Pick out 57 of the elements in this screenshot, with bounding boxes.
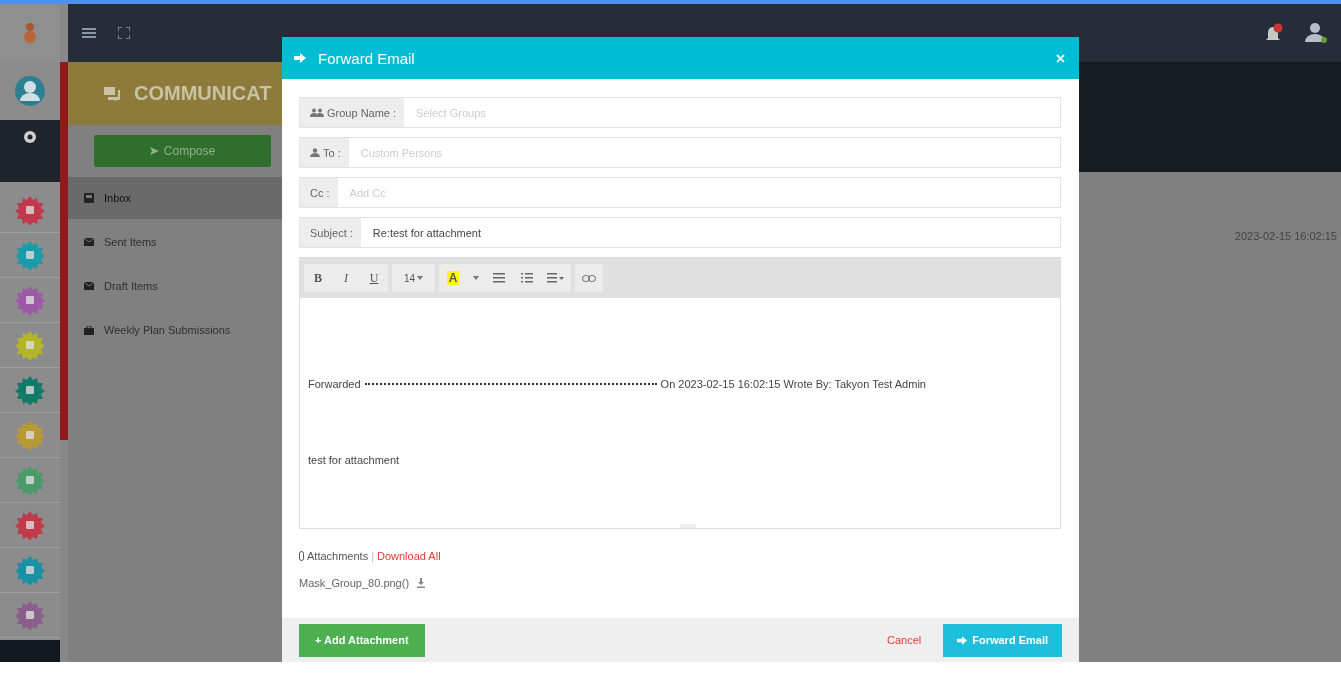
bell-icon[interactable] [1265, 23, 1283, 43]
paperclip-icon [299, 551, 304, 561]
app-icon[interactable] [15, 195, 45, 225]
envelope-icon [84, 238, 94, 246]
envelope-icon [84, 282, 94, 290]
font-size-dropdown[interactable]: 14 [392, 264, 436, 292]
compose-button[interactable]: Compose [94, 135, 271, 167]
app-icon[interactable] [15, 555, 45, 585]
caret-icon [417, 276, 424, 280]
folder-item[interactable]: Draft Items [68, 265, 285, 307]
chat-icon [104, 86, 120, 101]
app-icon[interactable] [15, 285, 45, 315]
dialog-title: Forward Email [318, 49, 415, 67]
numbered-list-icon [521, 273, 534, 283]
underline-button[interactable]: U [360, 264, 388, 292]
align-icon [547, 273, 566, 283]
italic-button[interactable]: I [332, 264, 360, 292]
add-attachment-button[interactable]: + Add Attachment [299, 623, 425, 657]
bold-button[interactable]: B [304, 264, 332, 292]
folder-item[interactable]: Weekly Plan Submissions [68, 309, 285, 351]
app-icon[interactable] [15, 240, 45, 270]
download-all-link[interactable]: Download All [377, 550, 441, 562]
module-title: COMMUNICAT [134, 82, 272, 105]
app-icon[interactable] [15, 330, 45, 360]
file-name: Mask_Group_80.png() [299, 577, 410, 589]
send-icon [149, 147, 159, 155]
message-text: test for attachment [308, 454, 401, 466]
arrow-icon [957, 635, 968, 645]
app-icon[interactable] [15, 420, 45, 450]
menu-icon[interactable] [82, 28, 96, 38]
bullet-list-icon [493, 273, 506, 283]
settings-icon[interactable] [23, 130, 37, 144]
app-icon[interactable] [15, 375, 45, 405]
download-icon[interactable] [417, 578, 426, 588]
forward-email-button[interactable]: Forward Email [943, 623, 1062, 657]
folder-item[interactable]: Inbox [68, 177, 285, 219]
app-icon[interactable] [15, 465, 45, 495]
app-icon[interactable] [15, 510, 45, 540]
editor-body[interactable]: Forwarded On 2023-02-15 16:02:15 Wrote By: Takyon Test Admin test for attachment [300, 298, 1060, 528]
inbox-icon [84, 193, 94, 203]
avatar-icon[interactable] [15, 76, 45, 106]
arrow-icon [294, 53, 306, 63]
separator: | [371, 550, 374, 562]
logo-icon [24, 21, 36, 45]
rail-footer [0, 640, 60, 662]
link-icon [582, 274, 597, 282]
caret-icon [473, 276, 480, 280]
app-icon[interactable] [15, 600, 45, 630]
forward-label: Forwarded [308, 378, 361, 390]
briefcase-icon [84, 325, 94, 335]
folder-item[interactable]: Sent Items [68, 221, 285, 263]
attachments-label: Attachments [307, 550, 369, 562]
cancel-button[interactable]: Cancel [880, 633, 928, 647]
user-icon[interactable] [1305, 22, 1327, 44]
fullscreen-icon[interactable] [118, 27, 130, 39]
message-date: 2023-02-15 16:02:15 [1233, 229, 1338, 242]
forward-header: On 2023-02-15 16:02:15 Wrote By: Takyon Test Admin [660, 378, 926, 390]
